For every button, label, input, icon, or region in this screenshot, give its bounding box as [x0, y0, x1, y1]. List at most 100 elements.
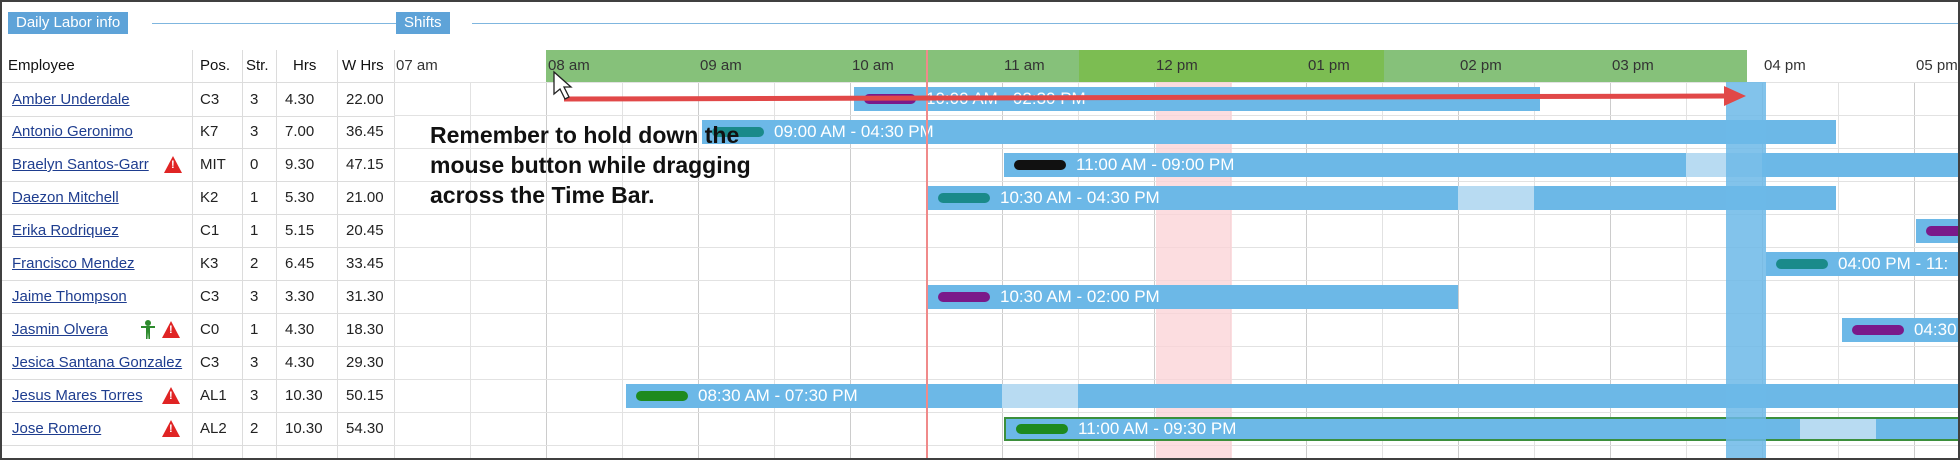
hrs-cell: 6.45 — [285, 255, 315, 272]
str-cell: 2 — [250, 420, 259, 437]
warning-icon[interactable]: ! — [162, 387, 180, 404]
break-segment[interactable] — [1800, 419, 1876, 439]
tab-daily-labor-info[interactable]: Daily Labor info — [8, 12, 129, 34]
hrs-cell: 5.30 — [285, 189, 315, 206]
employee-name-link[interactable]: Amber Underdale — [12, 83, 190, 116]
whrs-cell: 54.30 — [346, 420, 384, 437]
shift-timeline[interactable]: 07 am 08 am 09 am 10 am 11 am 12 pm 01 p… — [394, 50, 1958, 458]
tab-shifts[interactable]: Shifts — [396, 12, 450, 34]
shift-bar[interactable]: 04:00 PM - 11: — [1766, 252, 1958, 276]
shift-bar[interactable]: 04:30 — [1842, 318, 1958, 342]
whrs-cell: 50.15 — [346, 387, 384, 404]
break-segment[interactable] — [1002, 384, 1078, 408]
str-cell: 1 — [250, 321, 259, 338]
shift-time-label: 10:30 AM - 04:30 PM — [1000, 188, 1160, 207]
str-cell: 2 — [250, 255, 259, 272]
str-cell: 3 — [250, 288, 259, 305]
table-row[interactable]: Erika Rodriquez C1 1 5.15 20.45 — [2, 214, 394, 248]
pos-cell: MIT — [200, 156, 226, 173]
table-row[interactable]: Jose Romero ! AL2 2 10.30 54.30 — [2, 412, 394, 446]
shift-bar[interactable]: 10:30 AM - 02:00 PM — [928, 285, 1458, 309]
pos-cell: C1 — [200, 222, 220, 239]
employee-name-link[interactable]: Erika Rodriquez — [12, 214, 190, 247]
shift-time-label: 11:00 AM - 09:00 PM — [1076, 155, 1235, 174]
hrs-cell: 4.30 — [285, 354, 315, 371]
shift-time-label: 11:00 AM - 09:30 PM — [1078, 419, 1237, 438]
position-color-chip — [1016, 424, 1068, 434]
drag-selection-column — [1726, 82, 1766, 458]
whrs-cell: 33.45 — [346, 255, 384, 272]
person-icon — [141, 320, 155, 339]
pos-cell: K2 — [200, 189, 219, 206]
table-row[interactable]: Braelyn Santos-Garr ! MIT 0 9.30 47.15 — [2, 148, 394, 182]
pos-cell: K3 — [200, 255, 219, 272]
str-cell: 3 — [250, 123, 259, 140]
shift-time-label: 08:30 AM - 07:30 PM — [698, 386, 858, 405]
pos-cell: K7 — [200, 123, 219, 140]
table-row[interactable]: Jesica Santana Gonzalez C3 3 4.30 29.30 — [2, 346, 394, 380]
whrs-cell: 18.30 — [346, 321, 384, 338]
employee-name-link[interactable]: Antonio Geronimo — [12, 115, 190, 148]
hrs-cell: 10.30 — [285, 420, 323, 437]
shift-time-label: 04:30 — [1914, 320, 1957, 339]
table-row[interactable]: Jaime Thompson C3 3 3.30 31.30 — [2, 280, 394, 314]
whrs-cell: 36.45 — [346, 123, 384, 140]
position-color-chip — [938, 193, 990, 203]
shift-bar[interactable]: 11:00 AM - 09:00 PM — [1004, 153, 1958, 177]
table-row[interactable]: Francisco Mendez K3 2 6.45 33.45 — [2, 247, 394, 281]
table-row[interactable]: Antonio Geronimo K7 3 7.00 36.45 — [2, 115, 394, 149]
employee-name-link[interactable]: Jasmin Olvera — [12, 313, 132, 346]
pos-cell: C3 — [200, 288, 220, 305]
str-cell: 1 — [250, 189, 259, 206]
warning-icon[interactable]: ! — [164, 156, 182, 173]
employee-name-link[interactable]: Braelyn Santos-Garr — [12, 148, 162, 181]
pos-cell: C0 — [200, 321, 220, 338]
table-row[interactable]: Daezon Mitchell K2 1 5.30 21.00 — [2, 181, 394, 215]
str-cell: 3 — [250, 354, 259, 371]
str-cell: 1 — [250, 222, 259, 239]
position-color-chip — [1776, 259, 1828, 269]
whrs-cell: 21.00 — [346, 189, 384, 206]
employee-table: Amber Underdale C3 3 4.30 22.00 Antonio … — [2, 50, 394, 458]
whrs-cell: 31.30 — [346, 288, 384, 305]
hrs-cell: 5.15 — [285, 222, 315, 239]
hrs-cell: 4.30 — [285, 91, 315, 108]
warning-icon[interactable]: ! — [162, 420, 180, 437]
hrs-cell: 4.30 — [285, 321, 315, 338]
warning-icon[interactable]: ! — [162, 321, 180, 338]
employee-name-link[interactable]: Daezon Mitchell — [12, 181, 190, 214]
break-segment[interactable] — [1458, 186, 1534, 210]
position-color-chip — [1014, 160, 1066, 170]
employee-name-link[interactable]: Jose Romero — [12, 412, 132, 445]
table-row[interactable]: Amber Underdale C3 3 4.30 22.00 — [2, 82, 394, 117]
shift-bar[interactable]: 10:30 AM - 04:30 PM — [928, 186, 1836, 210]
pos-cell: C3 — [200, 354, 220, 371]
table-row[interactable]: Jesus Mares Torres ! AL1 3 10.30 50.15 — [2, 379, 394, 413]
hrs-cell: 7.00 — [285, 123, 315, 140]
tab-underline — [152, 23, 396, 24]
shift-time-label: 10:30 AM - 02:00 PM — [1000, 287, 1160, 306]
str-cell: 0 — [250, 156, 259, 173]
whrs-cell: 20.45 — [346, 222, 384, 239]
instruction-annotation: Remember to hold down the mouse button w… — [430, 122, 751, 208]
position-color-chip — [938, 292, 990, 302]
str-cell: 3 — [250, 91, 259, 108]
employee-name-link[interactable]: Jesica Santana Gonzalez — [12, 346, 190, 379]
employee-name-link[interactable]: Jaime Thompson — [12, 280, 190, 313]
pos-cell: AL2 — [200, 420, 227, 437]
whrs-cell: 47.15 — [346, 156, 384, 173]
position-color-chip — [1926, 226, 1958, 236]
hrs-cell: 9.30 — [285, 156, 315, 173]
shift-bar[interactable] — [1916, 219, 1958, 243]
employee-name-link[interactable]: Jesus Mares Torres — [12, 379, 162, 412]
employee-name-link[interactable]: Francisco Mendez — [12, 247, 190, 280]
whrs-cell: 22.00 — [346, 91, 384, 108]
tab-underline — [472, 23, 1958, 24]
hrs-cell: 3.30 — [285, 288, 315, 305]
drag-arrow-icon — [553, 70, 1746, 106]
position-color-chip — [1852, 325, 1904, 335]
pos-cell: AL1 — [200, 387, 227, 404]
position-color-chip — [636, 391, 688, 401]
shift-time-label: 04:00 PM - 11: — [1838, 254, 1949, 273]
table-row[interactable]: Jasmin Olvera ! C0 1 4.30 18.30 — [2, 313, 394, 347]
